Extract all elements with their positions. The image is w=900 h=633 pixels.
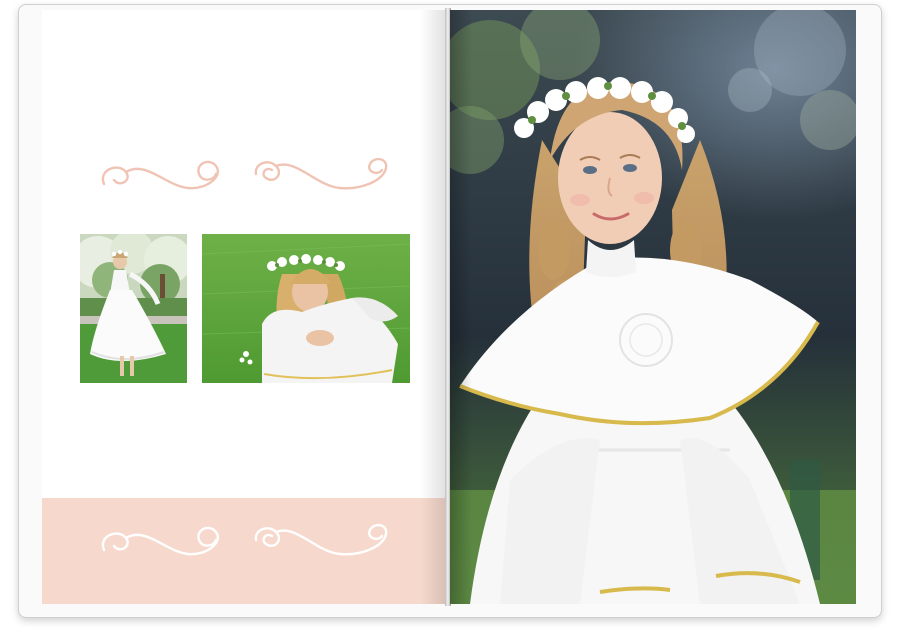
girl-kneeling-on-grass-photo <box>202 234 410 383</box>
right-page <box>450 10 856 604</box>
girl-with-flower-crown-portrait-photo <box>450 10 856 604</box>
flourish-ornament-top <box>101 157 388 190</box>
left-page <box>42 10 446 604</box>
flourish-ornament-bottom <box>101 523 388 556</box>
photobook-stage <box>0 0 900 633</box>
girl-in-white-dress-in-park-photo <box>80 234 187 383</box>
